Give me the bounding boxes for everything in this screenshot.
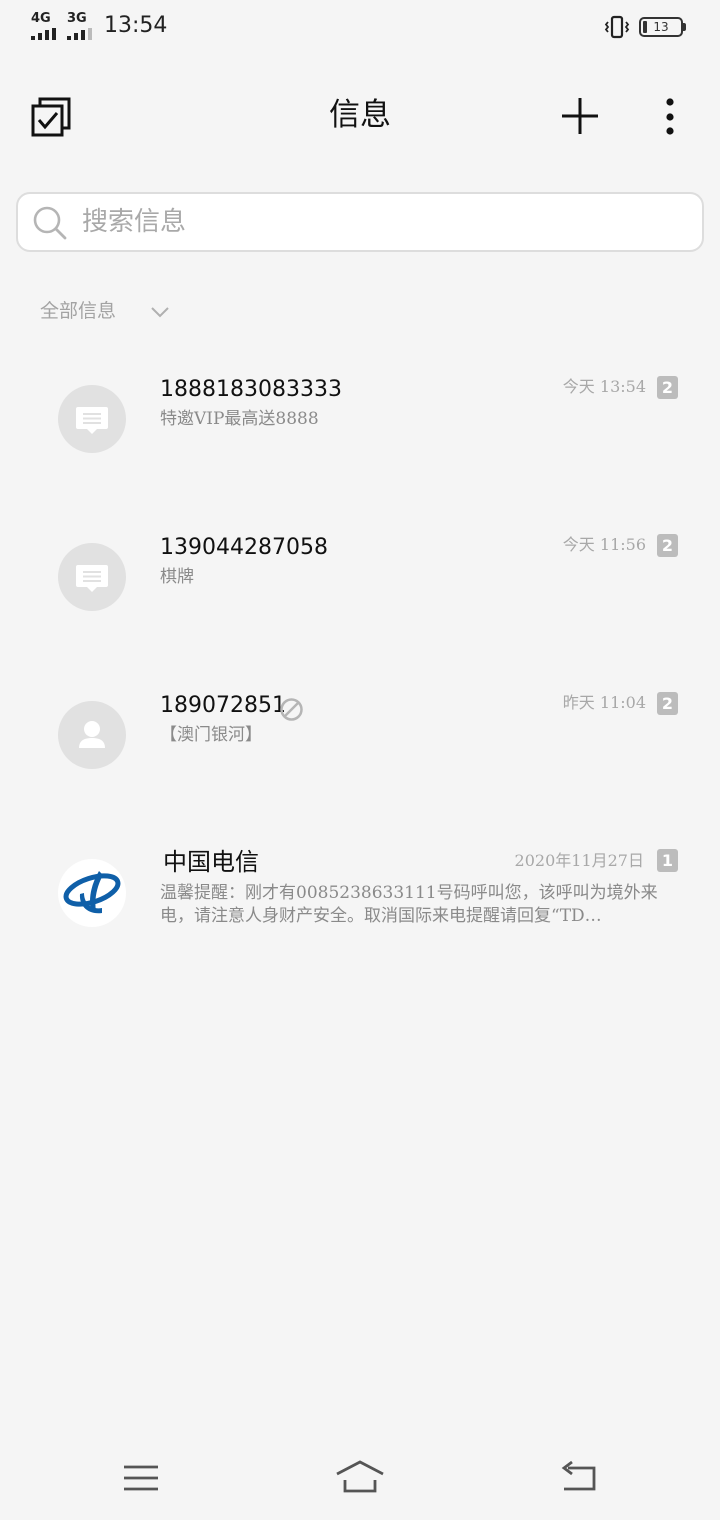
conversation-preview-line-2: 电，请注意人身财产安全。取消国际来电提醒请回复“TD… (160, 906, 602, 926)
signal-4g-label: 4G (31, 11, 51, 26)
conversation-sender: 1888183083333 (160, 377, 342, 402)
signal-4g-icon: 4G (31, 12, 61, 42)
more-vertical-icon[interactable] (660, 97, 680, 137)
avatar (58, 859, 126, 927)
signal-3g-icon: 3G (67, 12, 97, 42)
message-bubble-icon (76, 407, 108, 434)
vibrate-icon (604, 15, 630, 39)
messages-screen: 4G 3G 13:54 13 信息 搜索信息 全部信息 188818308333… (0, 0, 720, 1520)
conversation-item[interactable]: 139044287058 棋牌 今天 11:56 2 (0, 503, 720, 653)
conversation-preview: 棋牌 (160, 567, 194, 587)
search-input[interactable]: 搜索信息 (16, 192, 704, 252)
battery-cap (683, 23, 686, 31)
conversation-time: 今天 11:56 (562, 535, 646, 554)
home-icon[interactable] (334, 1452, 386, 1504)
plus-icon[interactable] (560, 96, 600, 136)
search-placeholder: 搜索信息 (82, 207, 187, 237)
conversation-item[interactable]: 189072851 【澳门银河】 昨天 11:04 2 (0, 661, 720, 811)
unread-count-badge: 1 (657, 849, 678, 872)
conversation-time: 2020年11月27日 (514, 851, 644, 870)
conversation-sender: 189072851 (160, 693, 286, 718)
signal-3g-label: 3G (67, 11, 87, 26)
conversation-preview: 特邀VIP最高送8888 (160, 409, 319, 429)
message-bubble-icon (76, 565, 108, 592)
page-title: 信息 (329, 97, 391, 133)
china-telecom-logo (63, 871, 121, 914)
search-icon (33, 206, 67, 240)
person-icon (79, 721, 105, 748)
conversation-time: 今天 13:54 (562, 377, 646, 396)
conversation-preview-line-1: 温馨提醒：刚才有0085238633111号码呼叫您，该呼叫为境外来 (160, 883, 658, 903)
conversation-preview: 【澳门银河】 (160, 725, 262, 745)
unread-count-badge: 2 (657, 534, 678, 557)
menu-icon[interactable] (120, 1452, 162, 1504)
conversation-item[interactable]: 中国电信 温馨提醒：刚才有0085238633111号码呼叫您，该呼叫为境外来 … (0, 819, 720, 969)
blocked-icon (280, 698, 303, 721)
battery-level: 13 (653, 20, 669, 34)
battery-icon: 13 (639, 17, 683, 37)
conversation-sender: 中国电信 (163, 848, 259, 876)
conversation-sender: 139044287058 (160, 535, 328, 560)
conversation-time: 昨天 11:04 (562, 693, 646, 712)
filter-label: 全部信息 (40, 300, 117, 322)
back-icon[interactable] (558, 1452, 600, 1504)
unread-count-badge: 2 (657, 692, 678, 715)
status-time: 13:54 (104, 13, 168, 38)
conversation-item[interactable]: 1888183083333 特邀VIP最高送8888 今天 13:54 2 (0, 345, 720, 495)
avatar (58, 385, 126, 453)
chevron-down-icon[interactable] (150, 305, 170, 319)
avatar (58, 701, 126, 769)
avatar (58, 543, 126, 611)
unread-count-badge: 2 (657, 376, 678, 399)
filter-dropdown[interactable]: 全部信息 (40, 297, 116, 325)
status-bar: 4G 3G 13:54 13 (0, 0, 720, 54)
